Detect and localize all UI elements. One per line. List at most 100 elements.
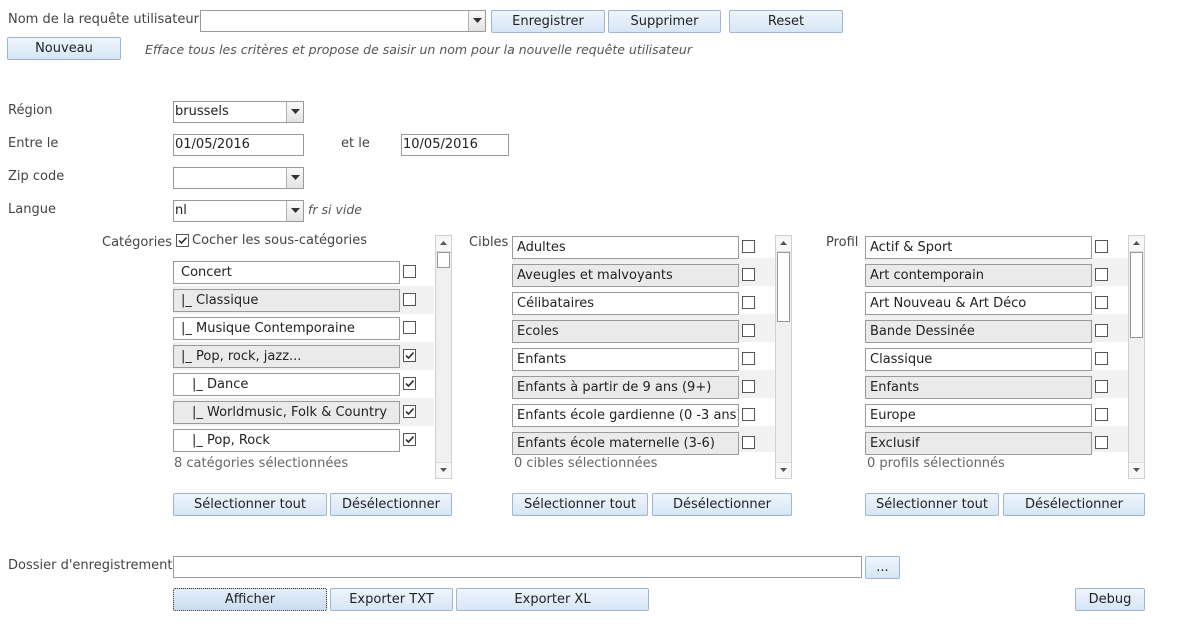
and-label: et le — [341, 136, 370, 151]
list-item-label: Enfants à partir de 9 ans (9+) — [517, 380, 712, 395]
chevron-down-icon[interactable] — [468, 11, 485, 31]
date-to-input[interactable]: 10/05/2016 — [401, 134, 509, 156]
profil-count: 0 profils sélectionnés — [867, 456, 1005, 471]
delete-button[interactable]: Supprimer — [608, 10, 721, 33]
export-txt-button[interactable]: Exporter TXT — [330, 588, 453, 611]
show-button[interactable]: Afficher — [173, 588, 327, 611]
list-item-checkbox[interactable] — [742, 324, 755, 337]
button-label: Exporter TXT — [349, 592, 434, 607]
list-item[interactable]: |_ Worldmusic, Folk & Country — [173, 401, 400, 424]
list-item[interactable]: Enfants école maternelle (3-6) — [512, 432, 739, 455]
chevron-down-icon[interactable] — [286, 168, 303, 188]
list-item-checkbox[interactable] — [403, 321, 416, 334]
list-item-checkbox[interactable] — [742, 268, 755, 281]
list-item-label: Classique — [870, 352, 933, 367]
arrow-down-icon[interactable] — [1129, 462, 1144, 478]
list-item[interactable]: Concert — [173, 261, 400, 284]
profil-scrollbar[interactable] — [1128, 235, 1145, 479]
reset-button[interactable]: Reset — [729, 10, 843, 33]
date-from-input[interactable]: 01/05/2016 — [173, 134, 304, 156]
scroll-thumb[interactable] — [777, 252, 790, 322]
list-item-checkbox[interactable] — [403, 405, 416, 418]
list-item[interactable]: Enfants — [865, 376, 1092, 399]
list-item-checkbox[interactable] — [1095, 268, 1108, 281]
list-item-checkbox[interactable] — [1095, 324, 1108, 337]
list-item[interactable]: Classique — [865, 348, 1092, 371]
categories-select-all-button[interactable]: Sélectionner tout — [173, 493, 327, 516]
scroll-thumb[interactable] — [1130, 252, 1143, 338]
arrow-down-icon[interactable] — [776, 462, 791, 478]
list-item[interactable]: |_ Classique — [173, 289, 400, 312]
list-item-checkbox[interactable] — [1095, 240, 1108, 253]
arrow-up-icon[interactable] — [776, 236, 791, 252]
list-item-checkbox[interactable] — [403, 293, 416, 306]
debug-button[interactable]: Debug — [1075, 588, 1145, 611]
list-item[interactable]: Actif & Sport — [865, 236, 1092, 259]
scroll-thumb[interactable] — [437, 252, 450, 268]
list-item[interactable]: Ecoles — [512, 320, 739, 343]
list-item-label: Art contemporain — [870, 268, 984, 283]
chevron-down-icon[interactable] — [286, 102, 303, 122]
button-label: Désélectionner — [1024, 497, 1124, 512]
list-item-label: Europe — [870, 408, 916, 423]
language-combobox[interactable]: nl — [173, 200, 304, 222]
arrow-up-icon[interactable] — [1129, 236, 1144, 252]
list-item-checkbox[interactable] — [742, 408, 755, 421]
list-item-label: Enfants — [517, 352, 567, 367]
browse-button[interactable]: ... — [865, 556, 900, 579]
region-combobox[interactable]: brussels — [173, 101, 304, 123]
list-item-checkbox[interactable] — [1095, 408, 1108, 421]
folder-input[interactable] — [173, 556, 862, 578]
list-item[interactable]: Art contemporain — [865, 264, 1092, 287]
button-label: Afficher — [224, 592, 276, 607]
list-item[interactable]: Europe — [865, 404, 1092, 427]
list-item-checkbox[interactable] — [1095, 380, 1108, 393]
list-item-label: Enfants — [870, 380, 920, 395]
list-item[interactable]: |_ Pop, rock, jazz... — [173, 345, 400, 368]
list-item[interactable]: |_ Musique Contemporaine — [173, 317, 400, 340]
profil-select-all-button[interactable]: Sélectionner tout — [865, 493, 999, 516]
categories-scrollbar[interactable] — [435, 235, 452, 479]
new-button[interactable]: Nouveau — [7, 37, 121, 60]
export-xl-button[interactable]: Exporter XL — [456, 588, 649, 611]
list-item-checkbox[interactable] — [403, 377, 416, 390]
list-item[interactable]: |_ Dance — [173, 373, 400, 396]
list-item-checkbox[interactable] — [742, 352, 755, 365]
checkmark-icon — [405, 379, 415, 388]
list-item[interactable]: Bande Dessinée — [865, 320, 1092, 343]
list-item[interactable]: |_ Pop, Rock — [173, 429, 400, 452]
list-item-label: Enfants école maternelle (3-6) — [517, 436, 715, 451]
list-item[interactable]: Enfants école gardienne (0 -3 ans) — [512, 404, 739, 427]
list-item[interactable]: Aveugles et malvoyants — [512, 264, 739, 287]
list-item-checkbox[interactable] — [742, 240, 755, 253]
cibles-select-all-button[interactable]: Sélectionner tout — [512, 493, 648, 516]
list-item-label: Concert — [181, 265, 232, 280]
list-item-checkbox[interactable] — [742, 436, 755, 449]
subcat-checkbox[interactable] — [176, 234, 189, 247]
list-item-checkbox[interactable] — [403, 433, 416, 446]
list-item[interactable]: Enfants à partir de 9 ans (9+) — [512, 376, 739, 399]
zip-combobox[interactable] — [173, 167, 304, 189]
list-item-checkbox[interactable] — [1095, 296, 1108, 309]
list-item[interactable]: Enfants — [512, 348, 739, 371]
categories-deselect-button[interactable]: Désélectionner — [330, 493, 452, 516]
cibles-deselect-button[interactable]: Désélectionner — [652, 493, 792, 516]
list-item[interactable]: Exclusif — [865, 432, 1092, 455]
list-item[interactable]: Art Nouveau & Art Déco — [865, 292, 1092, 315]
chevron-down-icon[interactable] — [286, 201, 303, 221]
list-item-checkbox[interactable] — [403, 349, 416, 362]
list-item-checkbox[interactable] — [1095, 436, 1108, 449]
list-item-checkbox[interactable] — [742, 296, 755, 309]
list-item-checkbox[interactable] — [742, 380, 755, 393]
profil-deselect-button[interactable]: Désélectionner — [1003, 493, 1145, 516]
arrow-down-icon[interactable] — [436, 462, 451, 478]
cibles-scrollbar[interactable] — [775, 235, 792, 479]
list-item-checkbox[interactable] — [403, 265, 416, 278]
list-item[interactable]: Adultes — [512, 236, 739, 259]
list-item[interactable]: Célibataires — [512, 292, 739, 315]
arrow-up-icon[interactable] — [436, 236, 451, 252]
button-label: Sélectionner tout — [193, 497, 306, 512]
list-item-checkbox[interactable] — [1095, 352, 1108, 365]
save-button[interactable]: Enregistrer — [491, 10, 605, 33]
query-name-combobox[interactable] — [200, 10, 486, 32]
